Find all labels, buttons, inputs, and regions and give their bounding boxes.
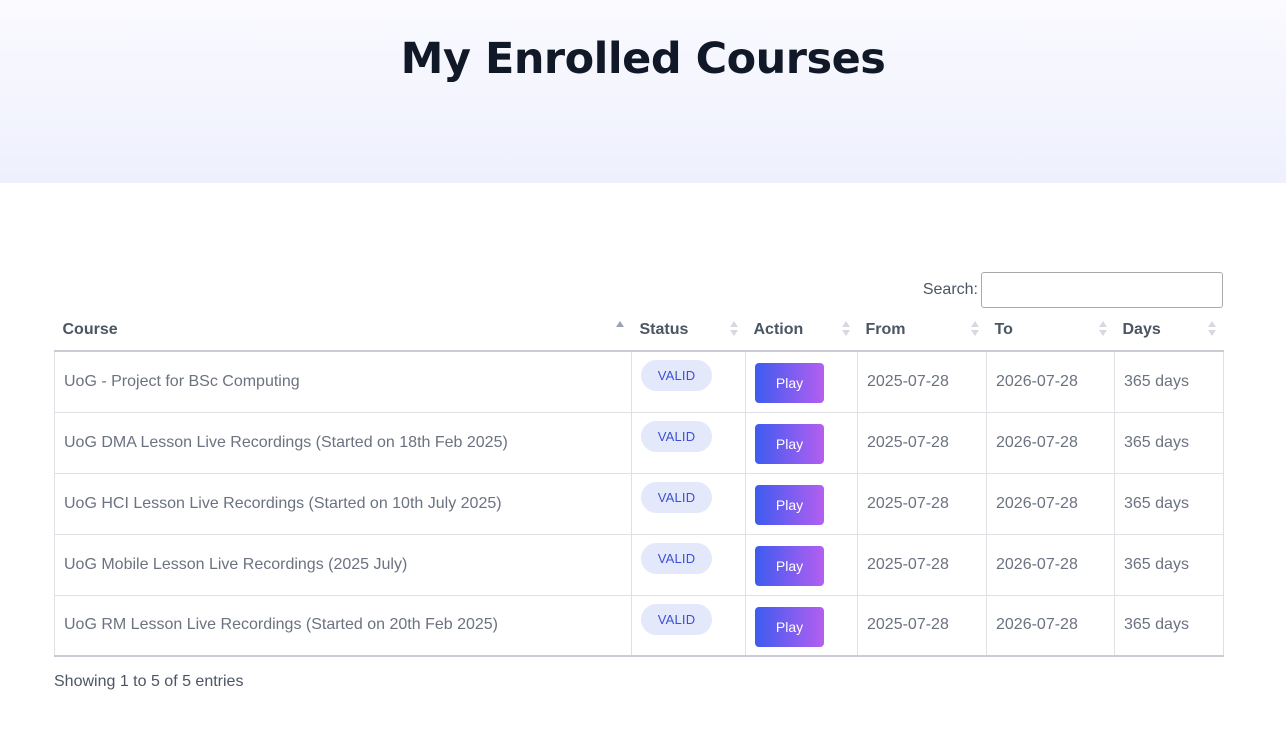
play-button[interactable]: Play bbox=[755, 484, 824, 525]
table-row: UoG DMA Lesson Live Recordings (Started … bbox=[54, 412, 1224, 474]
play-button[interactable]: Play bbox=[755, 606, 824, 647]
sort-arrows-icon bbox=[729, 321, 738, 337]
status-badge: VALID bbox=[641, 542, 712, 574]
from-date: 2025-07-28 bbox=[857, 351, 987, 413]
search-label: Search: bbox=[922, 281, 978, 298]
sort-arrows-icon bbox=[1207, 321, 1216, 337]
from-date: 2025-07-28 bbox=[857, 473, 987, 535]
status-cell: VALID bbox=[631, 412, 746, 474]
course-name: UoG Mobile Lesson Live Recordings (2025 … bbox=[54, 534, 632, 596]
page-header: My Enrolled Courses bbox=[0, 0, 1286, 183]
column-header-course[interactable]: Course bbox=[54, 310, 632, 352]
play-button[interactable]: Play bbox=[755, 423, 824, 464]
action-cell: Play bbox=[745, 412, 858, 474]
table-header-row: Course Status Action From To Days bbox=[54, 310, 1224, 352]
sort-arrows-icon bbox=[970, 321, 979, 337]
action-cell: Play bbox=[745, 473, 858, 535]
from-date: 2025-07-28 bbox=[857, 595, 987, 657]
column-header-label: Days bbox=[1122, 321, 1161, 338]
status-cell: VALID bbox=[631, 473, 746, 535]
action-cell: Play bbox=[745, 595, 858, 657]
table-info: Showing 1 to 5 of 5 entries bbox=[54, 673, 244, 690]
column-header-label: Status bbox=[639, 321, 689, 338]
column-header-label: To bbox=[994, 321, 1013, 338]
from-date: 2025-07-28 bbox=[857, 412, 987, 474]
sort-arrows-icon bbox=[1098, 321, 1107, 337]
course-name: UoG DMA Lesson Live Recordings (Started … bbox=[54, 412, 632, 474]
search-input[interactable] bbox=[981, 272, 1223, 308]
days-count: 365 days bbox=[1114, 473, 1224, 535]
column-header-label: Course bbox=[62, 321, 118, 338]
play-button[interactable]: Play bbox=[755, 363, 824, 403]
column-header-label: Action bbox=[753, 321, 804, 338]
status-badge: VALID bbox=[641, 420, 712, 452]
column-header-to[interactable]: To bbox=[986, 310, 1115, 352]
column-header-from[interactable]: From bbox=[857, 310, 987, 352]
to-date: 2026-07-28 bbox=[986, 412, 1115, 474]
course-name: UoG HCI Lesson Live Recordings (Started … bbox=[54, 473, 632, 535]
action-cell: Play bbox=[745, 534, 858, 596]
days-count: 365 days bbox=[1114, 351, 1224, 413]
search-bar: Search: bbox=[900, 272, 1223, 308]
days-count: 365 days bbox=[1114, 595, 1224, 657]
column-header-days[interactable]: Days bbox=[1114, 310, 1224, 352]
to-date: 2026-07-28 bbox=[986, 534, 1115, 596]
days-count: 365 days bbox=[1114, 534, 1224, 596]
from-date: 2025-07-28 bbox=[857, 534, 987, 596]
days-count: 365 days bbox=[1114, 412, 1224, 474]
table-row: UoG Mobile Lesson Live Recordings (2025 … bbox=[54, 534, 1224, 596]
table-row: UoG HCI Lesson Live Recordings (Started … bbox=[54, 473, 1224, 535]
table-row: UoG RM Lesson Live Recordings (Started o… bbox=[54, 595, 1224, 657]
page-title: My Enrolled Courses bbox=[400, 34, 886, 84]
column-header-label: From bbox=[865, 321, 906, 338]
course-name: UoG RM Lesson Live Recordings (Started o… bbox=[54, 595, 632, 657]
course-name: UoG - Project for BSc Computing bbox=[54, 351, 632, 413]
play-button[interactable]: Play bbox=[755, 545, 824, 586]
column-header-action[interactable]: Action bbox=[745, 310, 858, 352]
to-date: 2026-07-28 bbox=[986, 595, 1115, 657]
table-row: UoG - Project for BSc Computing VALID Pl… bbox=[54, 351, 1224, 413]
status-badge: VALID bbox=[641, 603, 712, 635]
column-header-status[interactable]: Status bbox=[631, 310, 746, 352]
sort-arrows-icon bbox=[841, 321, 850, 337]
action-cell: Play bbox=[745, 351, 858, 413]
status-badge: VALID bbox=[641, 481, 712, 513]
status-cell: VALID bbox=[631, 595, 746, 657]
courses-table: Course Status Action From To Days UoG - … bbox=[54, 310, 1224, 657]
status-badge: VALID bbox=[641, 360, 712, 391]
sort-ascending-icon bbox=[615, 321, 624, 337]
status-cell: VALID bbox=[631, 351, 746, 413]
status-cell: VALID bbox=[631, 534, 746, 596]
to-date: 2026-07-28 bbox=[986, 473, 1115, 535]
to-date: 2026-07-28 bbox=[986, 351, 1115, 413]
